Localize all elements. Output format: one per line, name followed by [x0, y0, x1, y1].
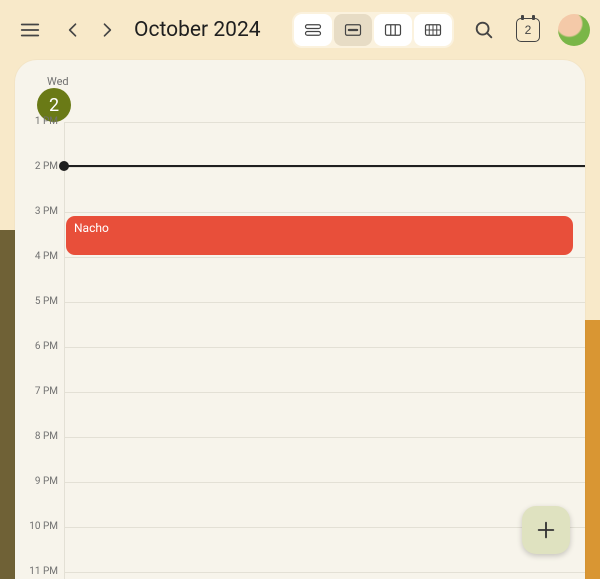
view-schedule-button[interactable]	[294, 14, 332, 46]
hour-row: 6 PM	[15, 347, 585, 392]
hour-row: 5 PM	[15, 302, 585, 347]
hour-line	[64, 257, 585, 258]
time-grid[interactable]: 1 PM2 PM3 PM4 PM5 PM6 PM7 PM8 PM9 PM10 P…	[15, 122, 585, 579]
view-switcher	[292, 12, 454, 48]
hour-label: 10 PM	[15, 521, 64, 532]
menu-button[interactable]	[10, 10, 50, 50]
prev-button[interactable]	[56, 13, 90, 47]
nav-chevrons	[56, 13, 124, 47]
hour-line	[64, 392, 585, 393]
hour-label: 7 PM	[15, 386, 64, 397]
schedule-view-icon	[304, 22, 322, 38]
view-3day-button[interactable]	[374, 14, 412, 46]
now-indicator-dot	[59, 161, 69, 171]
hour-label: 6 PM	[15, 341, 64, 352]
hour-row: 1 PM	[15, 122, 585, 167]
hour-line	[64, 167, 585, 168]
hour-label: 1 PM	[15, 116, 64, 127]
hour-label: 4 PM	[15, 251, 64, 262]
next-button[interactable]	[90, 13, 124, 47]
hour-row: 2 PM	[15, 167, 585, 212]
app-header: October 2024 2	[0, 0, 600, 60]
hour-label: 8 PM	[15, 431, 64, 442]
week-view-icon	[424, 22, 442, 38]
chevron-left-icon	[63, 20, 83, 40]
hour-row: 4 PM	[15, 257, 585, 302]
hour-line	[64, 527, 585, 528]
three-day-view-icon	[384, 22, 402, 38]
calendar-card: Wed 2 1 PM2 PM3 PM4 PM5 PM6 PM7 PM8 PM9 …	[15, 60, 585, 579]
hour-label: 11 PM	[15, 566, 64, 577]
calendar-event[interactable]: Nacho	[66, 216, 573, 255]
weekday-label: Wed	[47, 75, 69, 88]
view-day-button[interactable]	[334, 14, 372, 46]
day-header: Wed 2	[15, 60, 585, 122]
today-button[interactable]: 2	[508, 10, 548, 50]
hour-line	[64, 122, 585, 123]
hour-line	[64, 302, 585, 303]
hour-line	[64, 212, 585, 213]
now-indicator-line	[64, 165, 585, 167]
hour-row: 11 PM	[15, 572, 585, 579]
hour-row: 9 PM	[15, 482, 585, 527]
hour-line	[64, 347, 585, 348]
hour-row: 7 PM	[15, 392, 585, 437]
hour-row: 8 PM	[15, 437, 585, 482]
search-icon	[473, 19, 495, 41]
hour-line	[64, 572, 585, 573]
hour-label: 2 PM	[15, 161, 64, 172]
hamburger-icon	[19, 19, 41, 41]
search-button[interactable]	[464, 10, 504, 50]
plus-icon	[535, 519, 557, 541]
hour-line	[64, 482, 585, 483]
hour-label: 5 PM	[15, 296, 64, 307]
hour-line	[64, 437, 585, 438]
view-week-button[interactable]	[414, 14, 452, 46]
hour-label: 9 PM	[15, 476, 64, 487]
page-title[interactable]: October 2024	[134, 18, 261, 42]
account-avatar[interactable]	[558, 14, 590, 46]
day-view-icon	[344, 22, 362, 38]
calendar-today-icon: 2	[516, 18, 540, 42]
hour-row: 10 PM	[15, 527, 585, 572]
create-event-fab[interactable]	[522, 506, 570, 554]
hour-label: 3 PM	[15, 206, 64, 217]
chevron-right-icon	[97, 20, 117, 40]
